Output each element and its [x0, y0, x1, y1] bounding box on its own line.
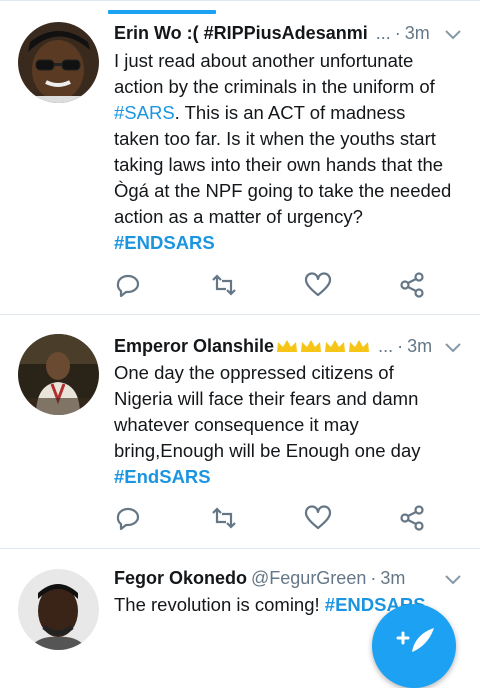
chevron-down-icon[interactable]	[444, 342, 462, 354]
text-line: action by the criminals in the uniform o…	[114, 76, 435, 97]
heart-icon[interactable]	[304, 271, 332, 299]
timestamp: 3m	[407, 335, 433, 356]
crown-icon	[349, 340, 370, 352]
compose-tweet-button[interactable]	[372, 604, 456, 688]
avatar[interactable]	[18, 569, 99, 650]
crown-icon	[301, 340, 322, 352]
chevron-down-icon[interactable]	[444, 29, 462, 41]
hashtag-link[interactable]: #EndSARS	[114, 464, 464, 490]
text-segment: The revolution is coming!	[114, 594, 325, 615]
avatar[interactable]	[18, 334, 99, 415]
text-line: I just read about another unfortunate	[114, 50, 414, 71]
tweet-2[interactable]: Emperor Olanshile ... · 3m One day the o…	[0, 315, 480, 547]
crown-icon	[277, 340, 298, 352]
text-line: One day the oppressed citizens of	[114, 362, 394, 383]
separator-dot: ·	[397, 335, 404, 356]
crown-emojis	[276, 339, 370, 353]
text-line: Nigeria will face their fears and damn	[114, 388, 419, 409]
reply-icon[interactable]	[114, 271, 142, 299]
text-line: whatever consequence it may	[114, 414, 359, 435]
tweet-header: Fegor Okonedo @FegurGreen · 3m	[114, 565, 462, 591]
crown-icon	[325, 340, 346, 352]
text-line: Ògá at the NPF going to take the needed	[114, 180, 452, 201]
avatar[interactable]	[18, 22, 99, 103]
name-ellipsis: ...	[378, 335, 394, 356]
share-icon[interactable]	[398, 271, 426, 299]
author-name[interactable]: Emperor Olanshile	[114, 336, 274, 357]
name-ellipsis: ...	[375, 22, 391, 43]
reply-icon[interactable]	[114, 504, 142, 532]
text-line: taken too far. Is it when the youths sta…	[114, 128, 436, 149]
text-line: taking laws into their own hands that th…	[114, 154, 444, 175]
separator-dot: ·	[394, 22, 401, 43]
separator-dot: ·	[370, 567, 377, 588]
tweet-text: One day the oppressed citizens of Nigeri…	[114, 360, 464, 490]
author-name[interactable]: Erin Wo :( #RIPPiusAdesanmi	[114, 23, 368, 44]
tweet-header: Erin Wo :( #RIPPiusAdesanmi ... · 3m	[114, 20, 462, 46]
author-handle[interactable]: @FegurGreen	[251, 568, 366, 589]
tweet-header: Emperor Olanshile ... · 3m	[114, 333, 462, 359]
author-name[interactable]: Fegor Okonedo	[114, 568, 247, 589]
text-line: bring,Enough will be Enough one day	[114, 440, 421, 461]
text-line: #SARS. This is an ACT of madness	[114, 100, 464, 126]
retweet-icon[interactable]	[210, 504, 238, 532]
timestamp: 3m	[380, 567, 406, 588]
tweet-actions	[114, 504, 444, 532]
text-segment: . This is an ACT of madness	[174, 102, 406, 123]
tweet-actions	[114, 271, 444, 299]
text-line: action as a matter of urgency?	[114, 206, 363, 227]
hashtag-link[interactable]: #SARS	[114, 102, 175, 123]
retweet-icon[interactable]	[210, 271, 238, 299]
tweet-1[interactable]: Erin Wo :( #RIPPiusAdesanmi ... · 3m I j…	[0, 0, 480, 314]
share-icon[interactable]	[398, 504, 426, 532]
chevron-down-icon[interactable]	[444, 574, 462, 586]
timestamp: 3m	[404, 22, 430, 43]
tweet-text: I just read about another unfortunate ac…	[114, 48, 464, 256]
heart-icon[interactable]	[304, 504, 332, 532]
hashtag-link[interactable]: #ENDSARS	[114, 230, 464, 256]
